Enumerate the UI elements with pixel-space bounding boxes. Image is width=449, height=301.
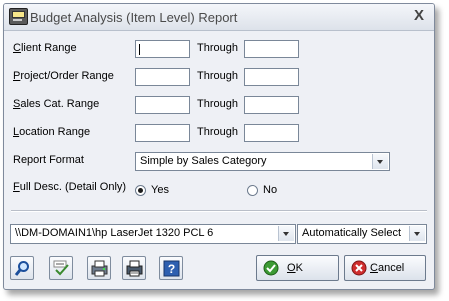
sales-cat-range-to-input[interactable]	[244, 96, 299, 114]
printer-select[interactable]: \\DM-DOMAIN1\hp LaserJet 1320 PCL 6	[10, 224, 296, 244]
project-order-range-label: Project/Order Range	[13, 70, 114, 82]
divider	[11, 210, 427, 212]
project-range-to-input[interactable]	[244, 68, 299, 86]
title-bar: Budget Analysis (Item Level) Report X	[4, 4, 434, 31]
report-dialog: Budget Analysis (Item Level) Report X Cl…	[3, 3, 435, 290]
location-range-from-input[interactable]	[135, 124, 190, 142]
spell-check-button[interactable]	[49, 256, 73, 280]
spell-check-icon	[53, 260, 69, 276]
print-setup-button[interactable]	[87, 256, 111, 280]
client-range-to-input[interactable]	[244, 40, 299, 58]
location-range-to-input[interactable]	[244, 124, 299, 142]
svg-text:?: ?	[168, 262, 175, 276]
full-desc-yes-label[interactable]: Yes	[151, 184, 169, 196]
close-icon[interactable]: X	[414, 7, 424, 24]
printer-icon	[126, 260, 143, 277]
full-desc-no-label[interactable]: No	[263, 184, 277, 196]
location-range-label: Location Range	[13, 126, 91, 138]
cancel-icon	[351, 260, 367, 276]
text-caret	[139, 44, 140, 55]
report-format-value: Simple by Sales Category	[140, 155, 267, 167]
project-range-from-input[interactable]	[135, 68, 190, 86]
sales-cat-through-label: Through	[197, 98, 238, 110]
print-setup-icon	[91, 260, 108, 277]
project-through-label: Through	[197, 70, 238, 82]
ok-button[interactable]: OK	[256, 255, 339, 281]
full-desc-no-radio[interactable]	[247, 185, 258, 196]
client-range-label: Client Range	[13, 42, 77, 54]
chevron-down-icon[interactable]	[409, 226, 425, 241]
full-desc-label: Full Desc. (Detail Only)	[13, 181, 127, 193]
ok-label: OK	[287, 262, 303, 274]
cancel-button[interactable]: Cancel	[344, 255, 426, 281]
chevron-down-icon[interactable]	[372, 154, 388, 169]
dialog-title: Budget Analysis (Item Level) Report	[30, 10, 238, 25]
check-icon	[263, 260, 279, 276]
chevron-down-icon[interactable]	[278, 226, 294, 241]
print-button[interactable]	[122, 256, 146, 280]
full-desc-yes-radio[interactable]	[135, 185, 146, 196]
sales-cat-range-from-input[interactable]	[135, 96, 190, 114]
report-format-label: Report Format	[13, 154, 84, 166]
printer-value: \\DM-DOMAIN1\hp LaserJet 1320 PCL 6	[15, 227, 214, 239]
help-button[interactable]: ?	[159, 256, 183, 280]
cancel-label: Cancel	[370, 262, 405, 274]
preview-button[interactable]	[10, 256, 34, 280]
sales-cat-range-label: Sales Cat. Range	[13, 98, 100, 110]
help-icon: ?	[163, 260, 180, 277]
report-app-icon	[9, 8, 28, 25]
client-range-from-input[interactable]	[135, 40, 190, 58]
client-through-label: Through	[197, 42, 238, 54]
paper-tray-select[interactable]: Automatically Select	[297, 224, 427, 244]
report-format-select[interactable]: Simple by Sales Category	[135, 152, 390, 171]
location-through-label: Through	[197, 126, 238, 138]
paper-tray-value: Automatically Select	[302, 227, 402, 239]
preview-icon	[14, 261, 29, 276]
